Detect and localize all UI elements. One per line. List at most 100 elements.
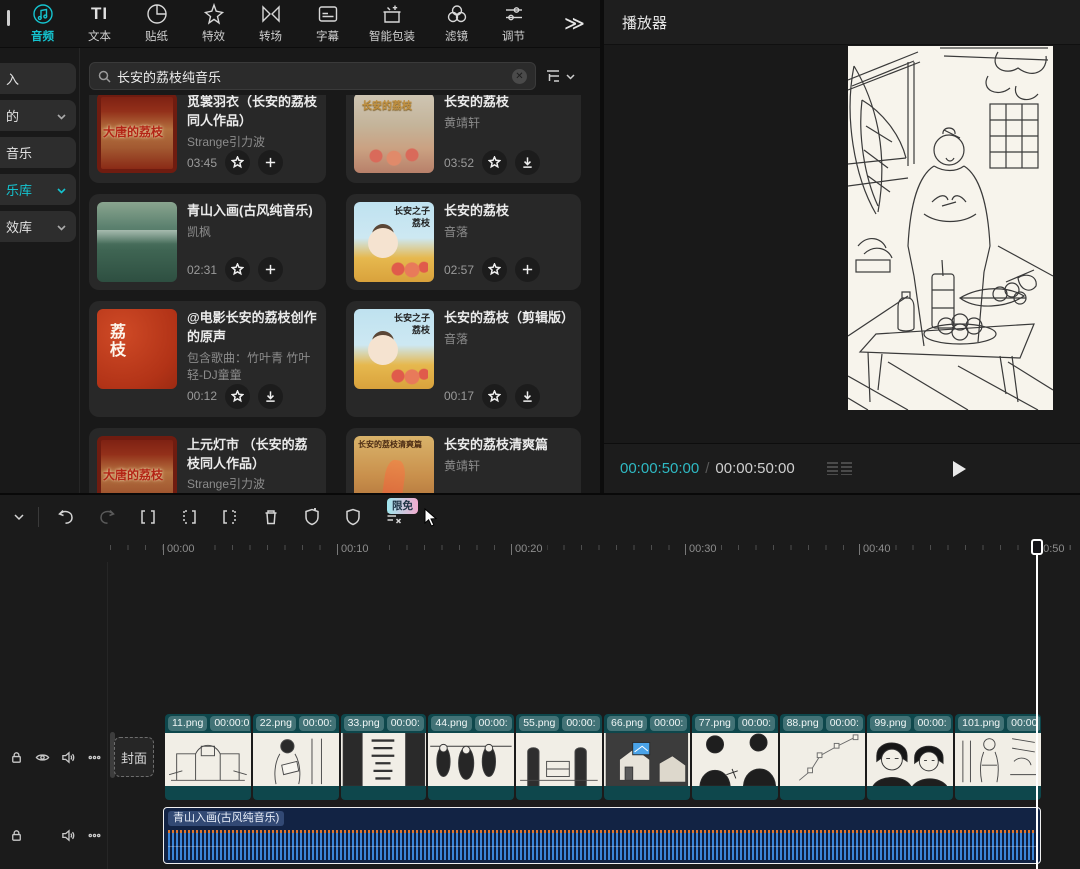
video-clip[interactable]: 33.png00:00: [341,714,427,800]
split-delete-left-button[interactable] [168,499,209,535]
song-artist: Strange引力波 [187,134,318,151]
clip-thumbnail [341,733,427,786]
sidebar-item-recommended[interactable]: 的 [0,100,76,131]
video-clip[interactable]: 11.png00:00:0 [165,714,251,800]
song-artist: 黄靖轩 [444,458,573,475]
song-title: 觅裳羽衣（长安的荔枝同人作品） [187,95,318,131]
tab-sticker[interactable]: 贴纸 [128,3,185,44]
timeline-ruler[interactable]: 00:00 00:10 00:20 00:30 00:40 00:50 [0,542,1080,562]
split-delete-right-button[interactable] [209,499,250,535]
audio-icon [32,3,54,25]
redo-button[interactable] [86,499,127,535]
tab-transitions[interactable]: 转场 [242,3,299,44]
clip-duration: 00:00: [475,716,512,731]
favorite-button[interactable] [482,257,507,282]
favorite-button[interactable] [225,150,250,175]
more-icon[interactable] [81,750,107,765]
clip-thumbnail [516,733,602,786]
tab-adjust[interactable]: 调节 [485,3,542,44]
download-button[interactable] [515,384,540,409]
song-title: 上元灯市 （长安的荔枝同人作品） [187,436,318,474]
download-button[interactable] [258,384,283,409]
tab-effects[interactable]: 特效 [185,3,242,44]
song-duration: 02:57 [444,263,474,277]
star-icon [488,390,501,403]
toolbar-item-partial[interactable] [0,4,14,44]
music-card[interactable]: 大唐的荔枝 觅裳羽衣（长安的荔枝同人作品） Strange引力波 03:45 [89,95,326,183]
eye-icon[interactable] [30,750,56,765]
download-icon [521,390,534,403]
audio-clip[interactable]: 青山入画(古风纯音乐) [163,807,1041,864]
clip-duration: 00:00: [914,716,951,731]
video-clip[interactable]: 44.png00:00: [428,714,514,800]
preview-quality-icon[interactable] [827,462,852,475]
sidebar-item-music[interactable]: 音乐 [0,137,76,168]
lock-icon[interactable] [4,828,30,843]
tab-text[interactable]: TI 文本 [71,3,128,44]
video-clip[interactable]: 66.png00:00: [604,714,690,800]
speaker-icon[interactable] [56,750,82,765]
sidebar-item-import[interactable]: 入 [0,63,76,94]
toolbar-expand-button[interactable]: ≫ [564,11,583,36]
music-card[interactable]: 青山入画(古风纯音乐) 凯枫 02:31 [89,194,326,290]
favorite-button[interactable] [482,384,507,409]
plus-icon [521,263,534,276]
waveform-midline [168,846,1037,847]
video-clip[interactable]: 88.png00:00: [780,714,866,800]
tab-filters[interactable]: 滤镜 [428,3,485,44]
favorite-button[interactable] [225,257,250,282]
smart-mask-button[interactable] [291,499,332,535]
filter-button[interactable] [546,67,575,85]
play-button[interactable] [946,457,970,481]
effects-star-icon [203,3,225,25]
album-art: 大唐的荔枝 [97,95,177,173]
download-icon [521,156,534,169]
split-button[interactable] [127,499,168,535]
search-input[interactable]: 长安的荔枝纯音乐 ✕ [89,62,536,90]
filters-icon [446,3,468,25]
sidebar-item-music-library[interactable]: 乐库 [0,174,76,205]
clip-thumbnail [867,733,953,786]
mask-button[interactable] [332,499,373,535]
more-icon[interactable] [81,828,107,843]
delete-button[interactable] [250,499,291,535]
sidebar-item-sound-effects[interactable]: 效库 [0,211,76,242]
clear-search-icon[interactable]: ✕ [512,69,527,84]
album-art: 长安的荔枝 [354,95,434,173]
undo-button[interactable] [45,499,86,535]
search-value: 长安的荔枝纯音乐 [117,67,512,86]
song-artist: 音落 [444,331,573,348]
speaker-icon[interactable] [56,828,82,843]
music-card[interactable]: 长安之子 荔枝 长安的荔枝 音落 02:57 [346,194,581,290]
plus-icon [264,156,277,169]
album-art: 长安之子 荔枝 [354,202,434,282]
music-card[interactable]: 大唐的荔枝 上元灯市 （长安的荔枝同人作品） Strange引力波 [89,428,326,493]
track-options-chevron[interactable] [6,499,32,535]
music-card[interactable]: 长安之子 荔枝 长安的荔枝（剪辑版） 音落 00:17 [346,301,581,416]
filter-icon [546,69,562,83]
tab-captions[interactable]: 字幕 [299,3,356,44]
video-preview-frame[interactable] [848,46,1053,410]
music-card[interactable]: 荔枝 @电影长安的荔枝创作的原声 包含歌曲：竹叶青 竹叶轻-DJ童童 00:12 [89,301,326,416]
song-artist: Strange引力波 [187,476,318,493]
music-card[interactable]: 长安的荔枝清爽篇 长安的荔枝清爽篇 黄靖轩 [346,428,581,493]
clip-name: 33.png [344,716,384,731]
add-button[interactable] [258,257,283,282]
cover-button[interactable]: 封面 [114,737,154,777]
add-button[interactable] [258,150,283,175]
music-card[interactable]: 长安的荔枝 长安的荔枝 黄靖轩 03:52 [346,95,581,183]
video-clip[interactable]: 55.png00:00: [516,714,602,800]
video-clip[interactable]: 22.png00:00: [253,714,339,800]
tab-smart-package[interactable]: 智能包装 [356,3,428,44]
video-clip[interactable]: 101.png00:00 [955,714,1041,800]
favorite-button[interactable] [225,384,250,409]
lock-icon[interactable] [4,750,30,765]
total-timecode: 00:00:50:00 [715,460,794,477]
ruler-ticks [110,545,1080,550]
video-clip[interactable]: 77.png00:00: [692,714,778,800]
favorite-button[interactable] [482,150,507,175]
download-button[interactable] [515,150,540,175]
video-clip[interactable]: 99.png00:00: [867,714,953,800]
add-button[interactable] [515,257,540,282]
tab-audio[interactable]: 音频 [14,3,71,44]
